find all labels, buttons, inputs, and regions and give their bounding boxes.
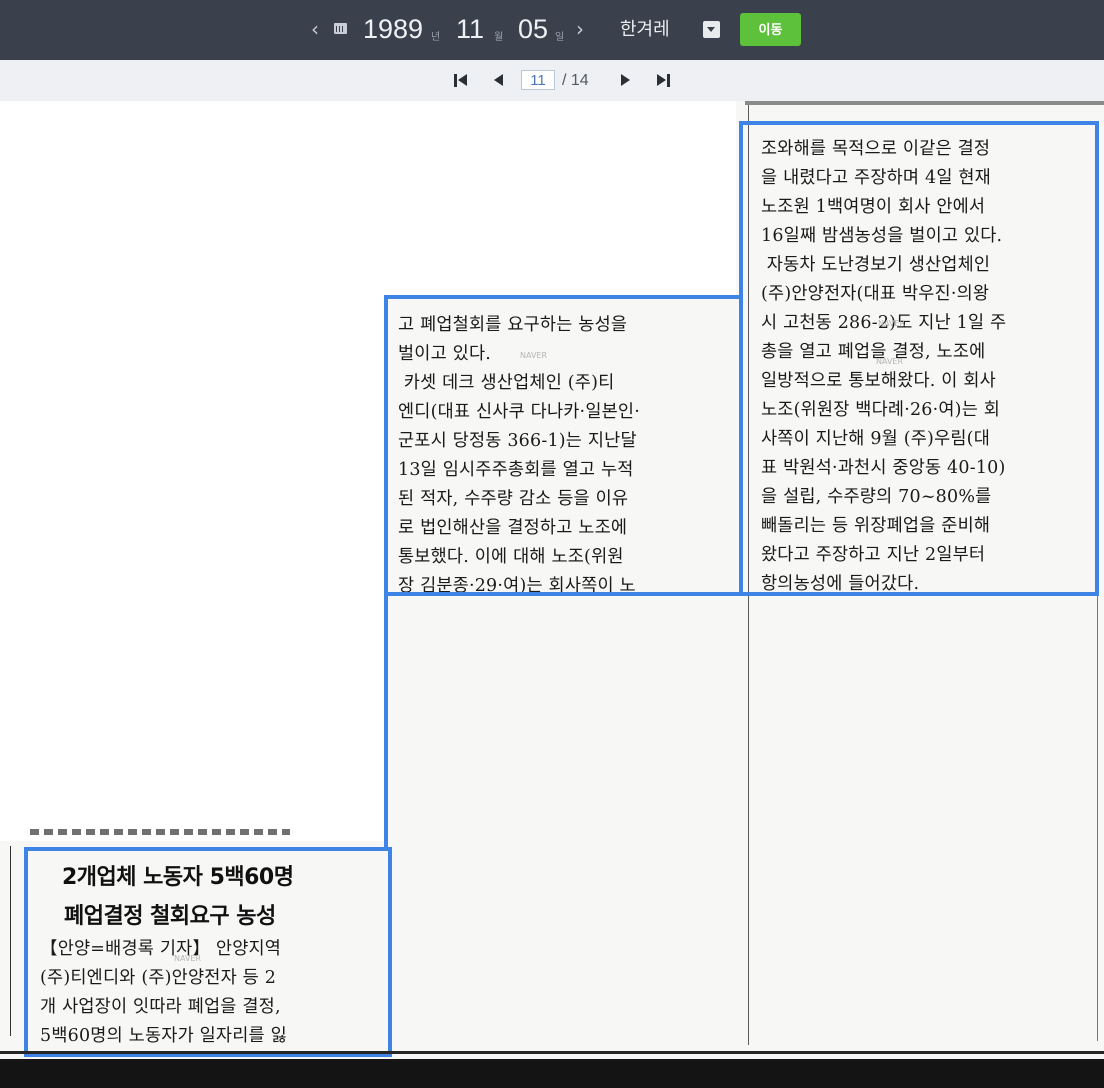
- prev-date-arrow-icon[interactable]: ‹: [311, 16, 319, 42]
- newspaper-select[interactable]: 한겨레: [620, 17, 670, 43]
- day-value[interactable]: 05: [518, 12, 548, 46]
- last-page-icon[interactable]: [657, 73, 672, 89]
- bottom-rule: [0, 1051, 1104, 1054]
- next-date-arrow-icon[interactable]: ›: [576, 16, 584, 42]
- day-unit: 일: [555, 32, 565, 43]
- go-button[interactable]: 이동: [740, 13, 801, 46]
- first-page-icon[interactable]: [454, 73, 469, 89]
- next-page-icon[interactable]: [621, 73, 631, 89]
- year-value[interactable]: 1989: [363, 12, 423, 46]
- chevron-down-icon[interactable]: [703, 21, 720, 38]
- highlight-region-middle[interactable]: [384, 295, 743, 596]
- highlight-region-left[interactable]: [24, 847, 392, 1057]
- calendar-icon[interactable]: [334, 23, 347, 34]
- month-unit: 월: [494, 32, 504, 43]
- highlight-connector: [384, 591, 388, 851]
- blank-area: [0, 101, 386, 841]
- highlight-region-right[interactable]: [739, 121, 1099, 596]
- cropped-text-line: [30, 829, 290, 835]
- top-rule: [745, 101, 1104, 105]
- year-unit: 년: [431, 32, 441, 43]
- total-pages: / 14: [562, 72, 589, 89]
- column-rule: [10, 846, 11, 1036]
- prev-page-icon[interactable]: [494, 73, 504, 89]
- month-value[interactable]: 11: [456, 12, 484, 46]
- newspaper-scan: 조와해를 목적으로 이같은 결정 을 내렸다고 주장하며 4일 현재 노조원 1백여…: [0, 101, 1104, 1088]
- bottom-band: [0, 1059, 1104, 1088]
- page-number-input[interactable]: [521, 70, 555, 90]
- date-navigation-bar: ‹ 1989 년 11 월 05 일 › 한겨레 이동: [0, 0, 1104, 60]
